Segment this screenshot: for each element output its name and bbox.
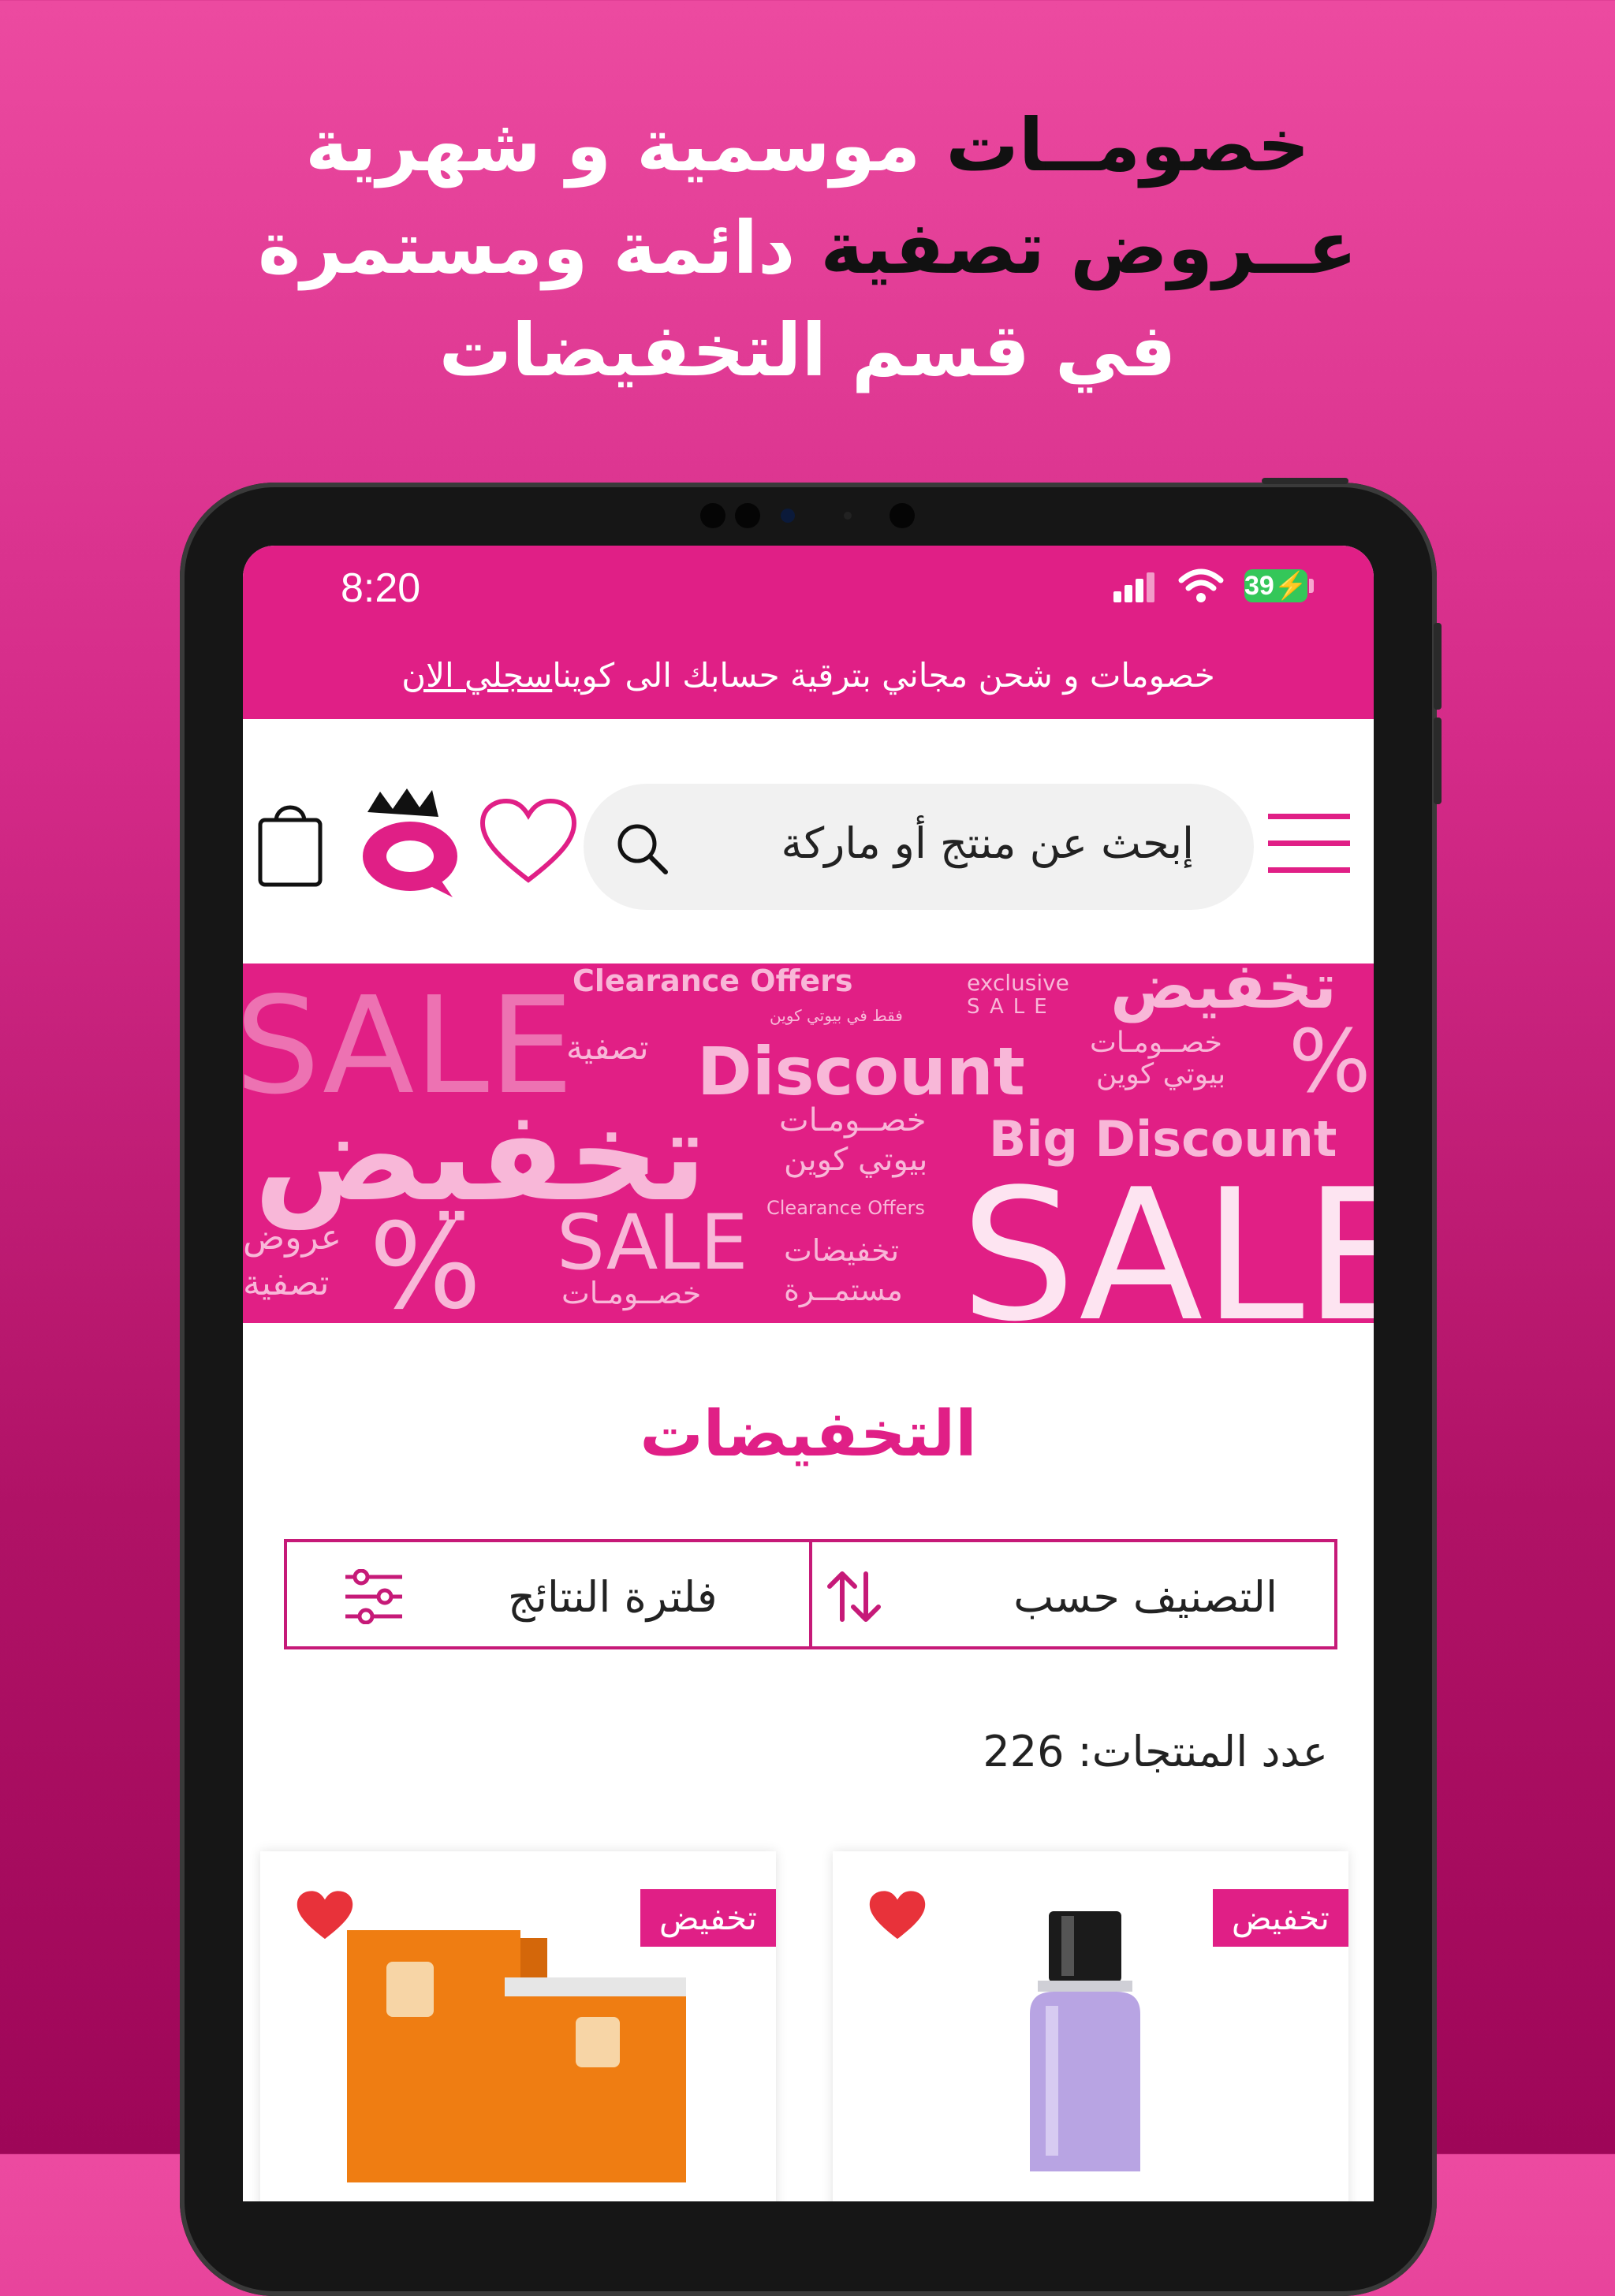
banner-word: SALE [967,995,1057,1019]
filter-button[interactable]: فلترة النتائج [287,1542,809,1646]
fiderma-sunscreen-image[interactable] [339,1930,694,2182]
search-placeholder[interactable]: إبحث عن منتج أو ماركة [781,818,1194,868]
status-bar: 8:20 39⚡ خصومات و شحن مجاني بترقية حسابك… [243,546,1374,719]
banner-word: مستمــرة [784,1273,903,1307]
banner-word: بيوتي كوين [1096,1058,1226,1090]
banner-word: Clearance Offers [766,1197,925,1219]
sort-filter-bar: التصنيف حسب فلترة النتائج [284,1539,1337,1649]
search-icon[interactable] [615,822,670,877]
shopping-bag-icon[interactable] [257,800,323,888]
headline-line-2: عــروض تصفية دائمة ومستمرة [0,197,1615,300]
product-count: عدد المنتجات: 226 [983,1727,1328,1776]
volume-button [1434,623,1442,710]
camera-dot [700,503,725,528]
sale-badge: تخفيض [1212,1889,1348,1947]
micellar-bottle-image[interactable] [1014,1911,1156,2171]
banner-word: تخفيضات [784,1233,900,1268]
sort-arrows-icon [827,1571,881,1622]
status-time: 8:20 [341,565,421,611]
banner-word: خصــومـات [779,1102,927,1139]
signal-icon [1147,572,1154,602]
power-button [1262,478,1348,484]
camera-sensor [781,509,795,523]
banner-word: SALE [557,1198,748,1287]
volume-button [1434,718,1442,804]
banner-word: خصــومـات [561,1276,702,1310]
wifi-icon [1178,568,1224,602]
signal-icon [1125,585,1132,602]
camera-dot [890,503,915,528]
battery-level: 39 [1244,571,1274,601]
filter-sliders-icon [345,1569,402,1624]
promo-signup-link[interactable]: سجلي الان [401,656,552,695]
camera-dot [735,503,760,528]
camera-sensor [844,512,852,520]
product-count-value: 226 [983,1727,1065,1776]
headline-line-1: خصومــات موسمية و شهرية [0,95,1615,197]
banner-word: % [1289,1011,1371,1112]
battery-icon: 39⚡ [1244,569,1308,602]
promo-banner[interactable]: خصومات و شحن مجاني بترقية حسابك الى كوين… [243,656,1374,695]
beauty-queen-logo[interactable] [353,788,472,899]
banner-word: Discount [697,1033,1025,1110]
headline-line-3: في قسم التخفيضات [438,308,1177,393]
banner-word: Clearance Offers [573,964,853,998]
filter-label: فلترة النتائج [508,1572,718,1622]
banner-word: تصفية [243,1263,330,1303]
banner-word: % [369,1198,482,1323]
headline-text: موسمية و شهرية [305,103,921,188]
banner-word: فقط في بيوتي كوين [770,1006,903,1025]
product-card[interactable]: تخفيض [833,1851,1348,2201]
banner-word: SALE [960,1151,1374,1323]
banner-word: عروض [243,1217,341,1258]
promo-text: خصومات و شحن مجاني بترقية حسابك الى كوين… [552,656,1215,695]
product-count-label: عدد المنتجات: [1077,1727,1328,1776]
banner-word: تصفية [566,1028,649,1067]
banner-word: exclusive [967,970,1069,996]
app-header: إبحث عن منتج أو ماركة [243,719,1374,956]
headline-highlight: خصومــات [946,103,1310,188]
headline-text: دائمة ومستمرة [257,206,796,290]
hamburger-menu-icon[interactable] [1268,814,1350,874]
signal-icon [1113,591,1121,602]
banner-word: خصــومـات [1090,1027,1222,1059]
marketing-headline: خصومــات موسمية و شهرية عــروض تصفية دائ… [0,95,1615,402]
page-title: التخفيضات [640,1397,977,1470]
clearance-sale-banner[interactable]: تخفيض Clearance Offers exclusive SALE SA… [243,964,1374,1323]
wishlist-heart-icon[interactable] [479,798,577,886]
product-card[interactable]: تخفيض [260,1851,776,2201]
app-screen: 8:20 39⚡ خصومات و شحن مجاني بترقية حسابك… [243,546,1374,2201]
sort-label: التصنيف حسب [1013,1572,1277,1622]
signal-icon [1136,579,1143,602]
headline-highlight: عــروض تصفية [820,206,1358,290]
search-bar[interactable]: إبحث عن منتج أو ماركة [584,784,1254,910]
banner-word: بيوتي كوين [784,1142,928,1178]
sort-button[interactable]: التصنيف حسب [812,1542,1334,1646]
add-to-wishlist-heart-icon[interactable] [867,1889,927,1943]
battery-tip [1309,579,1314,593]
